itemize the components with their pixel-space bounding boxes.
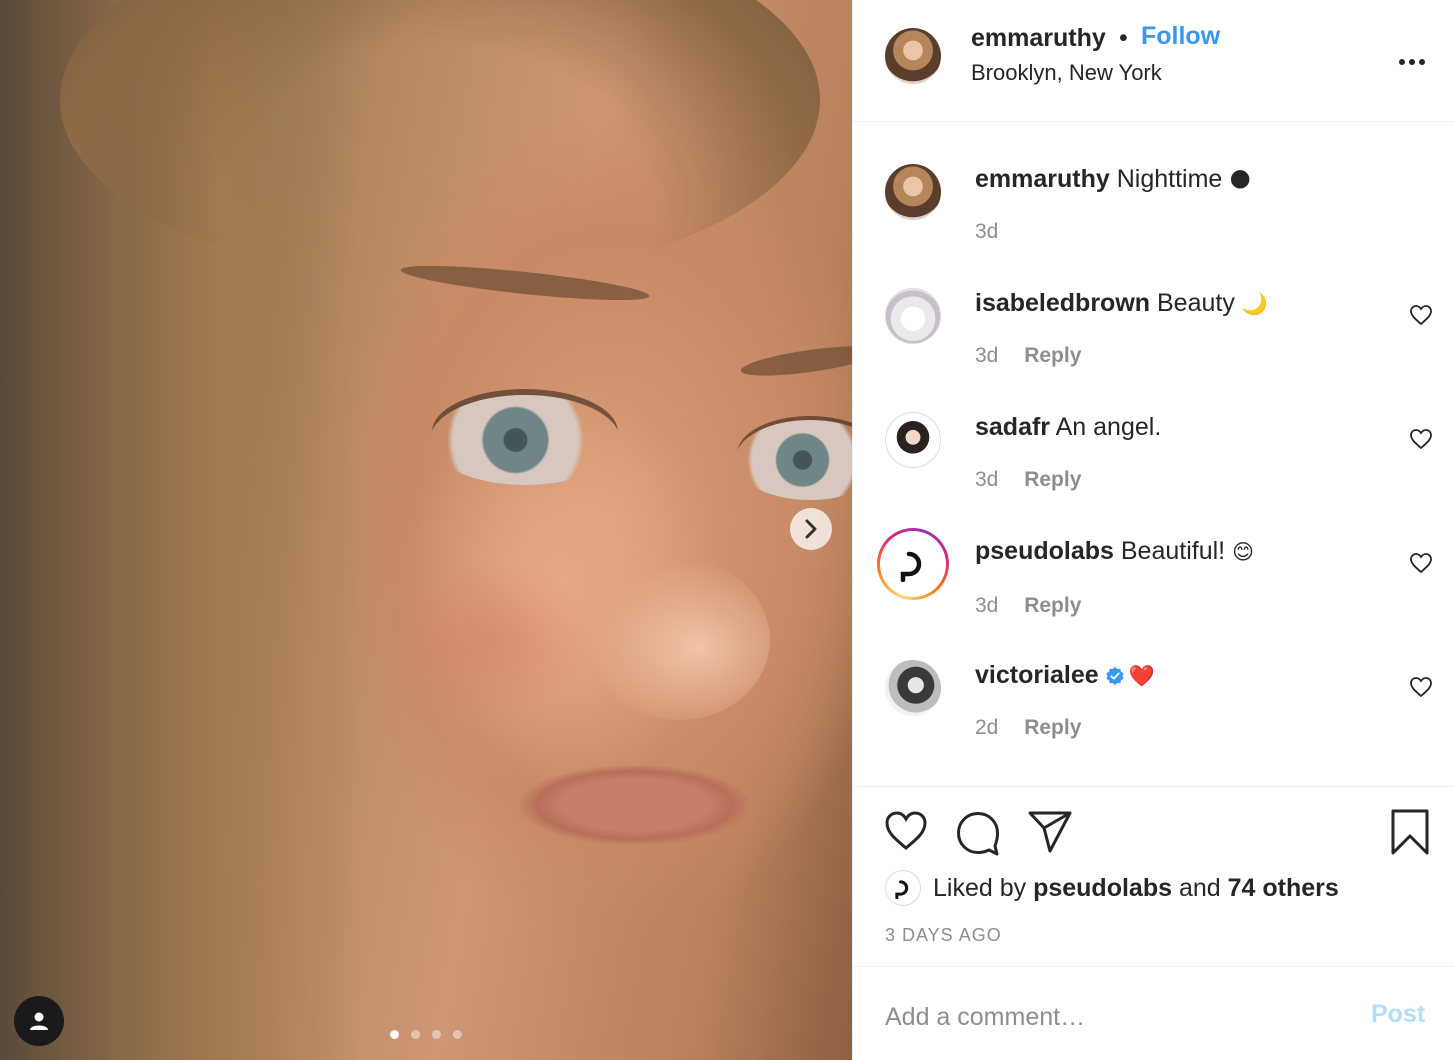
- comment-meta: 3d Reply: [975, 344, 1081, 368]
- comment-text-line: sadafr An angel.: [975, 412, 1161, 442]
- comment-time[interactable]: 3d: [975, 344, 998, 367]
- post-caption: emmaruthy Nighttime 🌑 3d: [853, 150, 1454, 260]
- comment-item: isabeledbrown Beauty 🌙 3d Reply: [853, 274, 1454, 384]
- person-icon: [30, 1012, 48, 1030]
- comment-meta: 3d Reply: [975, 468, 1081, 492]
- comment-text: An angel.: [1055, 413, 1162, 441]
- commenter-username[interactable]: isabeledbrown: [975, 289, 1150, 317]
- photo-eyebrow: [739, 340, 852, 382]
- comment-text: Beautiful!: [1120, 537, 1226, 565]
- carousel-dot: [453, 1030, 462, 1039]
- instagram-post: emmaruthy • Follow Brooklyn, New York em…: [0, 0, 1454, 1060]
- comment-item: victorialee ❤️ 2d Reply: [853, 646, 1454, 756]
- caption-emoji: 🌑: [1229, 168, 1252, 192]
- story-ring[interactable]: [877, 528, 949, 600]
- heart-icon[interactable]: [883, 810, 929, 852]
- pseudolabs-logo-icon: [895, 880, 909, 899]
- post-comment-button[interactable]: Post: [1371, 1000, 1425, 1029]
- comment-time[interactable]: 2d: [975, 716, 998, 739]
- add-comment-input[interactable]: [885, 1000, 1295, 1034]
- verified-badge-icon: [1106, 667, 1124, 686]
- bookmark-icon[interactable]: [1389, 808, 1431, 856]
- likes-summary: Liked by pseudolabs and 74 others: [885, 868, 1339, 908]
- likes-text: Liked by pseudolabs and 74 others: [933, 874, 1339, 903]
- comment-item: sadafr An angel. 3d Reply: [853, 398, 1454, 508]
- comment-text: Beauty: [1157, 289, 1235, 317]
- likes-prefix: Liked by: [933, 873, 1027, 902]
- reply-button[interactable]: Reply: [1024, 468, 1081, 491]
- user-tags-button[interactable]: [14, 996, 64, 1046]
- commenter-username[interactable]: sadafr: [975, 413, 1050, 441]
- comment-item: pseudolabs Beautiful! 😊 3d Reply: [853, 522, 1454, 637]
- action-bar: [853, 806, 1454, 866]
- commenter-avatar[interactable]: [885, 660, 941, 716]
- comment-text-line: victorialee ❤️: [975, 660, 1155, 691]
- actions-divider: [853, 786, 1454, 787]
- likes-others-link[interactable]: 74 others: [1228, 874, 1339, 902]
- comment-time[interactable]: 3d: [975, 468, 998, 491]
- post-location[interactable]: Brooklyn, New York: [971, 60, 1162, 86]
- photo-nose: [590, 560, 770, 720]
- carousel-dot: [390, 1030, 399, 1039]
- comment-like-icon[interactable]: [1409, 428, 1433, 450]
- comment-emoji: 😊: [1232, 540, 1254, 564]
- caption-username[interactable]: emmaruthy: [975, 165, 1110, 193]
- separator-dot: •: [1119, 24, 1128, 52]
- follow-button[interactable]: Follow: [1141, 22, 1220, 51]
- carousel-dot: [411, 1030, 420, 1039]
- carousel-dot: [432, 1030, 441, 1039]
- commenter-username[interactable]: victorialee: [975, 661, 1099, 689]
- photo-eye: [430, 395, 620, 485]
- paper-plane-icon[interactable]: [1027, 810, 1073, 854]
- caption-text: Nighttime: [1116, 165, 1223, 193]
- reply-button[interactable]: Reply: [1024, 594, 1081, 617]
- commenter-avatar[interactable]: [885, 412, 941, 468]
- caption-time[interactable]: 3d: [975, 220, 998, 243]
- comment-emoji: ❤️: [1128, 664, 1155, 688]
- carousel-indicator: [390, 1030, 462, 1039]
- comment-like-icon[interactable]: [1409, 304, 1433, 326]
- chevron-right-icon: [805, 519, 817, 539]
- likes-joiner: and: [1178, 873, 1221, 902]
- post-side-panel: emmaruthy • Follow Brooklyn, New York em…: [852, 0, 1454, 1060]
- comment-like-icon[interactable]: [1409, 552, 1433, 574]
- photo-eye: [735, 420, 852, 500]
- post-photo[interactable]: [0, 0, 852, 1060]
- comment-bubble-icon[interactable]: [955, 810, 1001, 856]
- reply-button[interactable]: Reply: [1024, 344, 1081, 367]
- comment-emoji: 🌙: [1241, 292, 1268, 316]
- more-options-button[interactable]: [1398, 46, 1426, 72]
- post-header: emmaruthy • Follow Brooklyn, New York: [853, 0, 1454, 122]
- caption-text-line: emmaruthy Nighttime 🌑: [975, 164, 1251, 195]
- commenter-avatar[interactable]: [885, 288, 941, 344]
- photo-lips: [520, 765, 750, 845]
- reply-button[interactable]: Reply: [1024, 716, 1081, 739]
- caption-meta: 3d: [975, 220, 998, 244]
- photo-cheek: [380, 560, 600, 720]
- more-horizontal-icon: [1399, 59, 1425, 65]
- carousel-next-button[interactable]: [790, 508, 832, 550]
- commenter-avatar: [880, 531, 946, 597]
- caption-avatar[interactable]: [885, 164, 941, 220]
- comment-meta: 3d Reply: [975, 594, 1081, 618]
- comment-meta: 2d Reply: [975, 716, 1081, 740]
- owner-username[interactable]: emmaruthy: [971, 24, 1106, 53]
- post-timestamp[interactable]: 3 DAYS AGO: [885, 925, 1002, 946]
- owner-avatar[interactable]: [885, 28, 941, 84]
- comment-like-icon[interactable]: [1409, 676, 1433, 698]
- comment-text-line: isabeledbrown Beauty 🌙: [975, 288, 1268, 319]
- comment-text-line: pseudolabs Beautiful! 😊: [975, 536, 1254, 567]
- comment-box-divider: [853, 966, 1454, 967]
- pseudolabs-logo-icon: [900, 551, 922, 582]
- commenter-username[interactable]: pseudolabs: [975, 537, 1114, 565]
- liker-username[interactable]: pseudolabs: [1033, 874, 1172, 902]
- comment-time[interactable]: 3d: [975, 594, 998, 617]
- liker-avatar[interactable]: [885, 870, 921, 906]
